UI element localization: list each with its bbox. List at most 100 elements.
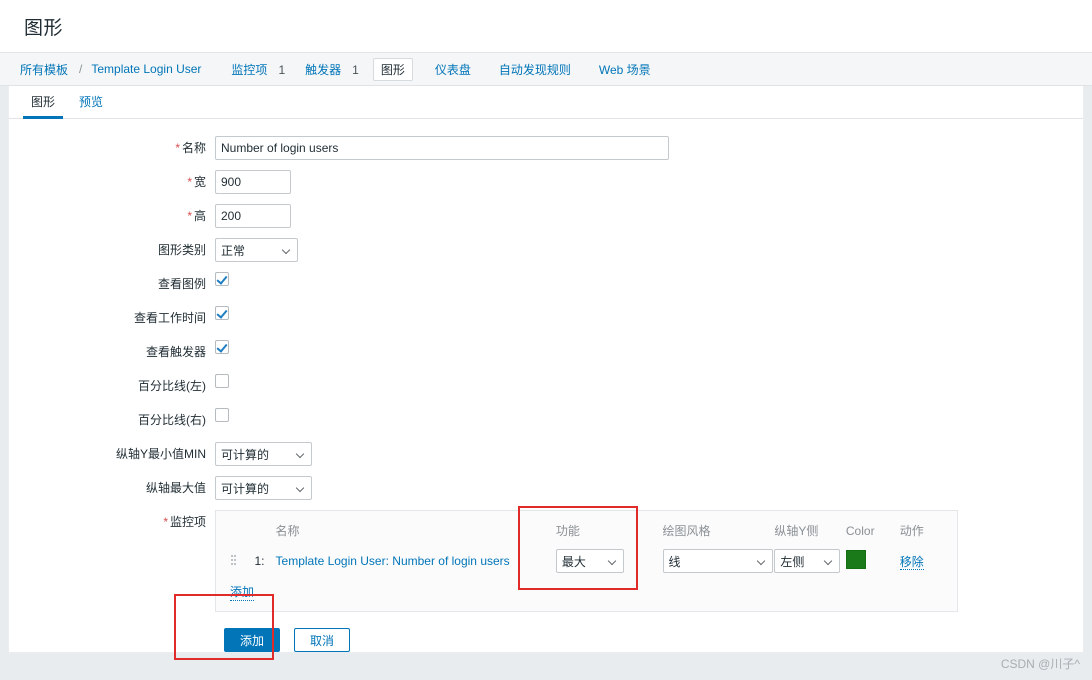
breadcrumb-count-triggers: 1 — [352, 62, 359, 77]
control-y-max: 可计算的 — [215, 476, 312, 500]
item-draw-style-select[interactable]: 线 — [662, 549, 773, 573]
items-panel: 名称 功能 绘图风格 纵轴Y侧 Color 动作 1: Template Log… — [215, 510, 958, 612]
items-table-body: 1: Template Login User: Number of login … — [216, 547, 957, 575]
form-row-percentile-left: 百分比线(左) — [9, 374, 1083, 398]
graph-type-select[interactable]: 正常 — [215, 238, 298, 262]
breadcrumb-item-graphs[interactable]: 图形 — [372, 57, 413, 81]
y-max-value: 可计算的 — [221, 481, 270, 496]
header-y-side: 纵轴Y侧 — [774, 524, 819, 538]
label-show-working-time: 查看工作时间 — [133, 311, 206, 325]
chevron-down-icon — [758, 557, 767, 566]
row-color-cell — [845, 547, 900, 575]
control-height — [215, 204, 291, 228]
label-show-triggers: 查看触发器 — [145, 345, 206, 359]
item-function-value: 最大 — [561, 554, 586, 569]
show-legend-checkbox[interactable] — [215, 272, 229, 286]
breadcrumb-item-dashboards[interactable]: 仪表盘 — [429, 58, 477, 81]
breadcrumb-group-web: Web 场景 — [593, 58, 659, 81]
item-name-link[interactable]: Template Login User: Number of login use… — [276, 554, 510, 568]
breadcrumb: 所有模板 / Template Login User 监控项 1 触发器 1 图… — [0, 52, 1092, 86]
tab-bar: 图形 预览 — [9, 86, 1083, 119]
form-row-width: * 宽 — [9, 170, 1083, 194]
show-working-time-checkbox[interactable] — [215, 306, 229, 320]
chevron-down-icon — [609, 557, 618, 566]
chevron-down-icon — [283, 246, 292, 255]
header-handle — [216, 519, 255, 547]
form-row-percentile-right: 百分比线(右) — [9, 408, 1083, 432]
form-row-show-legend: 查看图例 — [9, 272, 1083, 296]
control-show-legend — [215, 272, 229, 286]
items-table: 名称 功能 绘图风格 纵轴Y侧 Color 动作 1: Template Log… — [216, 519, 957, 575]
row-name-cell: Template Login User: Number of login use… — [276, 547, 556, 575]
form-row-graph-type: 图形类别 正常 — [9, 238, 1083, 262]
breadcrumb-group-items: 监控项 1 — [225, 58, 285, 81]
chevron-down-icon — [297, 450, 306, 459]
label-percentile-left: 百分比线(左) — [138, 379, 206, 393]
form-row-y-min: 纵轴Y最小值MIN 可计算的 — [9, 442, 1083, 466]
header-color: Color — [845, 523, 875, 538]
item-y-side-value: 左侧 — [780, 554, 805, 569]
required-marker-width: * — [187, 175, 192, 189]
items-table-head: 名称 功能 绘图风格 纵轴Y侧 Color 动作 — [216, 519, 957, 547]
label-height: * 高 — [187, 209, 206, 223]
percentile-right-checkbox[interactable] — [215, 408, 229, 422]
item-draw-style-value: 线 — [668, 554, 681, 569]
form-row-items: * 监控项 名称 功能 绘图风格 纵轴Y侧 Color 动作 1: Templa… — [9, 510, 1083, 612]
add-item-link[interactable]: 添加 — [230, 583, 255, 601]
breadcrumb-group-discovery: 自动发现规则 — [493, 58, 579, 81]
control-width — [215, 170, 291, 194]
label-show-legend: 查看图例 — [157, 277, 206, 291]
required-marker-name: * — [175, 141, 180, 155]
control-show-triggers — [215, 340, 229, 354]
drag-handle-icon[interactable] — [230, 553, 237, 566]
row-draw-style-cell: 线 — [662, 547, 775, 575]
control-y-min: 可计算的 — [215, 442, 312, 466]
breadcrumb-item-web-scenarios[interactable]: Web 场景 — [593, 58, 657, 81]
breadcrumb-item-items[interactable]: 监控项 — [225, 58, 273, 81]
watermark: CSDN @川子^ — [1000, 657, 1080, 671]
label-name: * 名称 — [175, 141, 206, 155]
required-marker-height: * — [187, 209, 192, 223]
label-width: * 宽 — [187, 175, 206, 189]
cancel-button[interactable]: 取消 — [294, 628, 350, 652]
table-row: 1: Template Login User: Number of login … — [216, 547, 957, 575]
height-input[interactable] — [215, 204, 291, 228]
tab-graph[interactable]: 图形 — [23, 93, 64, 119]
row-drag-cell — [216, 547, 255, 575]
name-input[interactable] — [215, 136, 669, 160]
header-function: 功能 — [555, 524, 580, 538]
chevron-down-icon — [825, 557, 834, 566]
item-remove-link[interactable]: 移除 — [899, 554, 924, 570]
tab-preview[interactable]: 预览 — [71, 93, 111, 118]
breadcrumb-count-items: 1 — [278, 62, 286, 77]
control-name — [215, 136, 669, 160]
breadcrumb-item-discovery-rules[interactable]: 自动发现规则 — [493, 58, 577, 81]
breadcrumb-item-triggers[interactable]: 触发器 — [299, 58, 347, 81]
row-function-cell: 最大 — [555, 547, 663, 575]
breadcrumb-all-templates[interactable]: 所有模板 — [14, 58, 74, 81]
label-y-min: 纵轴Y最小值MIN — [115, 447, 206, 461]
items-header-row: 名称 功能 绘图风格 纵轴Y侧 Color 动作 — [216, 519, 957, 547]
label-percentile-right: 百分比线(右) — [138, 413, 206, 427]
item-color-swatch[interactable] — [845, 550, 866, 569]
breadcrumb-template-name[interactable]: Template Login User — [85, 59, 207, 79]
submit-button[interactable]: 添加 — [224, 628, 280, 652]
page-title: 图形 — [24, 17, 64, 39]
item-function-select[interactable]: 最大 — [555, 549, 624, 573]
y-min-select[interactable]: 可计算的 — [215, 442, 312, 466]
form-footer: 添加 取消 — [215, 628, 1083, 652]
show-triggers-checkbox[interactable] — [215, 340, 229, 354]
item-y-side-select[interactable]: 左侧 — [774, 549, 841, 573]
control-show-working-time — [215, 306, 229, 320]
percentile-left-checkbox[interactable] — [215, 374, 229, 388]
graph-form: *名称 *宽 *高 图形类别 正常 — [9, 119, 1083, 652]
header-name: 名称 — [275, 524, 300, 538]
y-max-select[interactable]: 可计算的 — [215, 476, 312, 500]
page-title-bar: 图形 — [0, 0, 1092, 52]
row-index: 1: — [254, 554, 265, 568]
form-row-y-max: 纵轴最大值 可计算的 — [9, 476, 1083, 500]
width-input[interactable] — [215, 170, 291, 194]
form-row-show-triggers: 查看触发器 — [9, 340, 1083, 364]
row-y-side-cell: 左侧 — [774, 547, 846, 575]
header-draw-style: 绘图风格 — [662, 524, 711, 538]
